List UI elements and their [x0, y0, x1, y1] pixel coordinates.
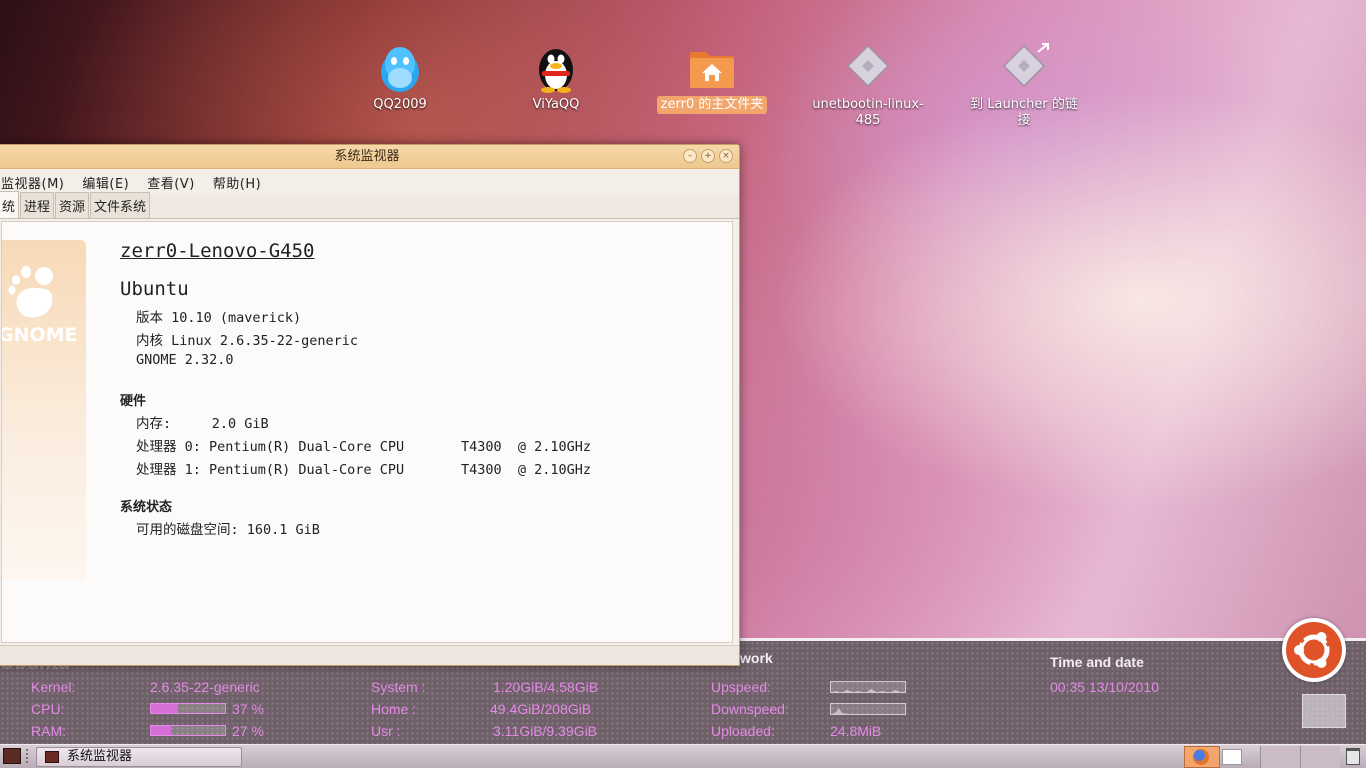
desktop-icon-label: unetbootin-linux- 485 [812, 97, 924, 128]
qq-penguin-icon [530, 42, 582, 94]
desktop-icon-label: QQ2009 [373, 97, 427, 112]
gnome-foot-icon [8, 266, 53, 318]
conky-time-value: 00:35 13/10/2010 [1050, 679, 1159, 695]
conky-kernel-value: 2.6.35-22-generic [150, 679, 260, 695]
conky-upspeed-graph [830, 681, 906, 693]
gnome-logo: GNOME [2, 240, 86, 580]
tab-resources[interactable]: 资源 [55, 192, 90, 218]
version-line: 版本 10.10 (maverick) [136, 310, 302, 326]
link-file-icon [998, 42, 1050, 94]
disk-space-line: 可用的磁盘空间: 160.1 GiB [136, 522, 320, 538]
taskbar-item-system-monitor[interactable]: 系统监视器 [36, 747, 242, 767]
system-status-heading: 系统状态 [120, 500, 173, 515]
home-folder-icon [686, 42, 738, 94]
window-titlebar[interactable]: 系统监视器 – + × [0, 145, 739, 169]
executable-file-icon [842, 42, 894, 94]
memory-line: 内存: 2.0 GiB [136, 416, 269, 432]
desktop-icon-label: zerr0 的主文件夹 [656, 96, 768, 114]
ubuntu-logo-icon[interactable] [1282, 618, 1346, 682]
close-icon[interactable]: × [719, 149, 733, 163]
conky-home-label: Home : [371, 701, 417, 717]
conky-system-value: 1.20GiB/4.58GiB [493, 679, 599, 695]
system-info-panel: GNOME zerr0-Lenovo-G450 Ubuntu 版本 10.10 … [1, 221, 733, 643]
tab-processes[interactable]: 进程 [20, 192, 55, 218]
tab-bar: 统 进程 资源 文件系统 [0, 191, 739, 219]
conky-ram-value: 27 % [232, 723, 264, 739]
hardware-heading: 硬件 [120, 394, 147, 409]
trash-icon[interactable] [1346, 748, 1360, 765]
conky-ram-label: RAM: [31, 723, 66, 739]
conky-usr-label: Usr : [371, 723, 401, 739]
gnome-version-line: GNOME 2.32.0 [136, 352, 234, 368]
desktop-icon-launcher-link[interactable]: 到 Launcher 的链接 [964, 42, 1084, 130]
conky-uploaded-label: Uploaded: [711, 723, 775, 739]
bottom-panel: 系统监视器 [0, 744, 1366, 768]
desktop-icon-qq2009[interactable]: QQ2009 [340, 42, 460, 114]
firefox-icon[interactable] [1184, 746, 1220, 768]
conky-home-value: 49.4GiB/208GiB [490, 701, 592, 717]
window-title: 系统监视器 [334, 149, 400, 164]
maximize-icon[interactable]: + [701, 149, 715, 163]
gnome-logo-text: GNOME [2, 324, 78, 346]
conky-kernel-label: Kernel: [31, 679, 76, 695]
workspace-3[interactable] [1300, 746, 1340, 768]
conky-time-header: Time and date [1050, 654, 1144, 670]
desktop-icon-unetbootin[interactable]: unetbootin-linux- 485 [808, 42, 928, 130]
conky-cpu-value: 37 % [232, 701, 264, 717]
desktop-icon-label: 到 Launcher 的链接 [970, 97, 1078, 128]
panel-separator [26, 749, 30, 763]
desktop-icon-label: ViYaQQ [532, 97, 580, 112]
taskbar-item-label: 系统监视器 [67, 749, 133, 764]
conky-uploaded-value: 24.8MiB [830, 723, 882, 739]
conky-ram-bar [150, 725, 226, 736]
conky-downspeed-label: Downspeed: [711, 701, 789, 717]
cpu0-line: 处理器 0: Pentium(R) Dual-Core CPU T4300 @ … [136, 439, 592, 455]
conky-cpu-bar [150, 703, 226, 714]
tab-filesystems[interactable]: 文件系统 [90, 192, 151, 218]
show-desktop-icon[interactable] [3, 748, 21, 764]
menu-help[interactable]: 帮助(H) [213, 173, 261, 192]
kernel-line: 内核 Linux 2.6.35-22-generic [136, 333, 359, 349]
conky-network-header: work [740, 650, 773, 666]
qq-penguin-blue-icon [374, 42, 426, 94]
workspace-2[interactable] [1260, 746, 1300, 768]
desktop-icon-home-folder[interactable]: zerr0 的主文件夹 [652, 42, 772, 114]
conky-system-label: System : [371, 679, 426, 695]
system-monitor-window: 系统监视器 – + × 监视器(M) 编辑(E) 查看(V) 帮助(H) 统 进… [0, 144, 740, 666]
hostname: zerr0-Lenovo-G450 [120, 240, 315, 262]
desktop-widget-box [1302, 694, 1346, 728]
tab-system[interactable]: 统 [0, 191, 20, 218]
menu-view[interactable]: 查看(V) [147, 173, 195, 192]
workspace-1[interactable] [1222, 749, 1242, 765]
desktop-icon-viyaqq[interactable]: ViYaQQ [496, 42, 616, 114]
conky-downspeed-graph [830, 703, 906, 715]
window-statusbar [0, 645, 739, 665]
conky-cpu-label: CPU: [31, 701, 65, 717]
menu-monitor[interactable]: 监视器(M) [1, 173, 64, 192]
minimize-icon[interactable]: – [683, 149, 697, 163]
cpu1-line: 处理器 1: Pentium(R) Dual-Core CPU T4300 @ … [136, 462, 592, 478]
system-monitor-app-icon [45, 751, 59, 763]
conky-upspeed-label: Upspeed: [711, 679, 771, 695]
distro-name: Ubuntu [120, 278, 189, 300]
menu-edit[interactable]: 编辑(E) [82, 173, 129, 192]
conky-usr-value: 3.11GiB/9.39GiB [493, 723, 598, 739]
